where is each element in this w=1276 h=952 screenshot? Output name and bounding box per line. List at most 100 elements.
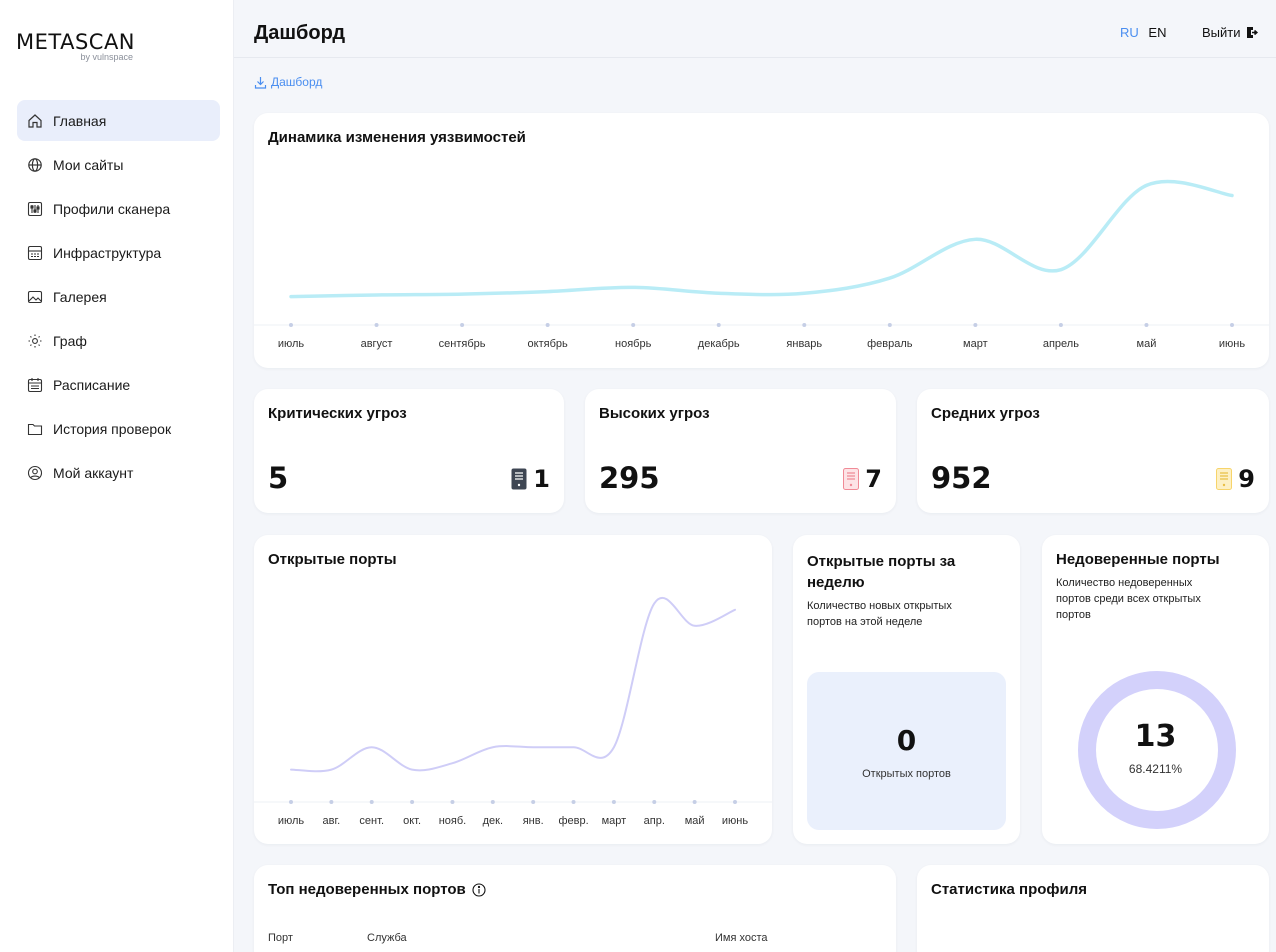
- x-axis-tick: [733, 800, 737, 804]
- weekly-title-line2: неделю: [807, 574, 865, 591]
- logout-icon: [1246, 27, 1258, 38]
- card-title: Статистика профиля: [931, 881, 1088, 898]
- x-axis-tick: [1230, 323, 1234, 327]
- sidebar-item-sites[interactable]: Мои сайты: [17, 144, 220, 185]
- x-axis-tick: [490, 800, 495, 804]
- x-axis-tick: [1058, 323, 1063, 327]
- sidebar-item-graph[interactable]: Граф: [17, 320, 220, 361]
- untrusted-desc-line3: портов: [1056, 609, 1091, 621]
- column-header-hostname[interactable]: Имя хоста: [715, 932, 768, 944]
- sidebar-nav: Главная Мои сайты Профили сканера Инфрас…: [17, 100, 220, 496]
- folder-icon: [27, 421, 43, 437]
- top-untrusted-ports-card: Топ недоверенных портов Порт Служба Имя …: [254, 865, 896, 952]
- card-title: Недоверенные порты: [1056, 551, 1220, 568]
- server-icon: [27, 245, 43, 261]
- x-axis-label: октябрь: [527, 338, 568, 350]
- top-ports-title: Топ недоверенных портов: [268, 881, 466, 898]
- sidebar-item-label: История проверок: [53, 420, 172, 437]
- weekly-desc-line2: портов на этой неделе: [807, 616, 923, 628]
- card-title: Высоких угроз: [599, 405, 710, 422]
- sidebar-item-label: Галерея: [53, 288, 107, 305]
- x-axis-tick: [652, 800, 657, 804]
- sidebar-item-scan-history[interactable]: История проверок: [17, 408, 220, 449]
- x-axis-tick: [450, 800, 455, 804]
- x-axis-label: декабрь: [697, 338, 740, 350]
- medium-threats-count: 9: [1216, 465, 1255, 493]
- x-axis-label: янв.: [522, 815, 544, 827]
- logo[interactable]: METASCAN by vulnspace: [16, 30, 135, 62]
- x-axis-label: февр.: [558, 815, 589, 827]
- sidebar-item-label: Инфраструктура: [53, 244, 162, 261]
- x-axis-label: ноябрь: [615, 338, 652, 350]
- x-axis-tick: [531, 800, 536, 804]
- logout-label: Выйти: [1202, 25, 1241, 40]
- sidebar-item-label: Мои сайты: [53, 156, 124, 173]
- sidebar-item-account[interactable]: Мой аккаунт: [17, 452, 220, 493]
- user-icon: [27, 465, 43, 481]
- critical-count-label: 1: [533, 465, 550, 493]
- x-axis-tick: [369, 800, 374, 804]
- sidebar-item-label: Главная: [53, 112, 107, 129]
- x-axis-tick: [329, 800, 334, 804]
- logout-button[interactable]: Выйти: [1202, 25, 1259, 40]
- column-header-port[interactable]: Порт: [268, 932, 293, 944]
- card-title: Открытые порты за неделю: [807, 551, 955, 593]
- critical-threats-card[interactable]: Критических угроз 5 1: [254, 389, 564, 513]
- breadcrumb[interactable]: Дашборд: [254, 75, 322, 89]
- weekly-open-ports-card: Открытые порты за неделю Количество новы…: [793, 535, 1020, 844]
- x-axis-label: январь: [786, 338, 823, 350]
- x-axis-tick: [611, 800, 616, 804]
- language-switcher: RU EN: [1120, 25, 1166, 40]
- info-icon[interactable]: [472, 882, 486, 897]
- untrusted-ports-percent: 68.4211%: [1128, 762, 1183, 776]
- sidebar-item-scanner-profiles[interactable]: Профили сканера: [17, 188, 220, 229]
- high-count-label: 7: [865, 465, 882, 493]
- x-axis-label: март: [963, 338, 988, 350]
- untrusted-ports-value: 13: [1134, 719, 1177, 754]
- x-axis-label: апрель: [1042, 338, 1079, 350]
- high-threats-count: 7: [843, 465, 882, 493]
- sidebar-item-infrastructure[interactable]: Инфраструктура: [17, 232, 220, 273]
- x-axis-tick: [289, 323, 293, 327]
- weekly-desc-line1: Количество новых открытых: [807, 600, 952, 612]
- breadcrumb-label: Дашборд: [271, 75, 323, 89]
- vulnerability-chart: [254, 179, 1269, 327]
- series-line: [290, 596, 736, 773]
- x-axis-label: июнь: [1218, 338, 1246, 350]
- x-axis-label: май: [684, 815, 705, 827]
- sidebar-item-gallery[interactable]: Галерея: [17, 276, 220, 317]
- sliders-icon: [27, 201, 43, 217]
- top-bar: Дашборд RU EN Выйти: [234, 0, 1276, 58]
- page-title: Дашборд: [254, 22, 346, 44]
- high-threats-value: 295: [599, 461, 660, 495]
- x-axis-label: июль: [277, 815, 305, 827]
- column-header-service[interactable]: Служба: [367, 932, 407, 944]
- weekly-description: Количество новых открытых портов на этой…: [807, 598, 952, 630]
- x-axis-label: июнь: [721, 815, 749, 827]
- x-axis-tick: [716, 323, 721, 327]
- x-axis-tick: [973, 323, 978, 327]
- weekly-open-ports-box: 0 Открытых портов: [807, 672, 1006, 830]
- medium-count-label: 9: [1238, 465, 1255, 493]
- untrusted-description: Количество недоверенных портов среди все…: [1056, 575, 1201, 623]
- critical-threats-count: 1: [511, 465, 550, 493]
- open-ports-card: Открытые порты июль авг. сент. окт. нояб. дек…: [254, 535, 772, 844]
- card-title: Средних угроз: [931, 405, 1040, 422]
- sidebar-item-label: Профили сканера: [53, 200, 171, 217]
- vulnerability-dynamics-card: Динамика изменения уязвимостей июль авгус…: [254, 113, 1269, 368]
- sidebar-item-home[interactable]: Главная: [17, 100, 220, 141]
- weekly-title-line1: Открытые порты за: [807, 553, 956, 570]
- high-threats-card[interactable]: Высоких угроз 295 7: [585, 389, 896, 513]
- globe-icon: [27, 157, 43, 173]
- x-axis-label: сент.: [359, 815, 385, 827]
- download-icon: [254, 76, 267, 89]
- medium-threats-card[interactable]: Средних угроз 952 9: [917, 389, 1269, 513]
- x-axis-tick: [289, 800, 293, 804]
- lang-en-button[interactable]: EN: [1148, 25, 1166, 40]
- lang-ru-button[interactable]: RU: [1120, 25, 1139, 40]
- x-axis-label: окт.: [403, 815, 422, 827]
- x-axis-label: дек.: [482, 815, 504, 827]
- sidebar-item-label: Граф: [53, 332, 87, 349]
- x-axis-label: июль: [277, 338, 305, 350]
- sidebar-item-schedule[interactable]: Расписание: [17, 364, 220, 405]
